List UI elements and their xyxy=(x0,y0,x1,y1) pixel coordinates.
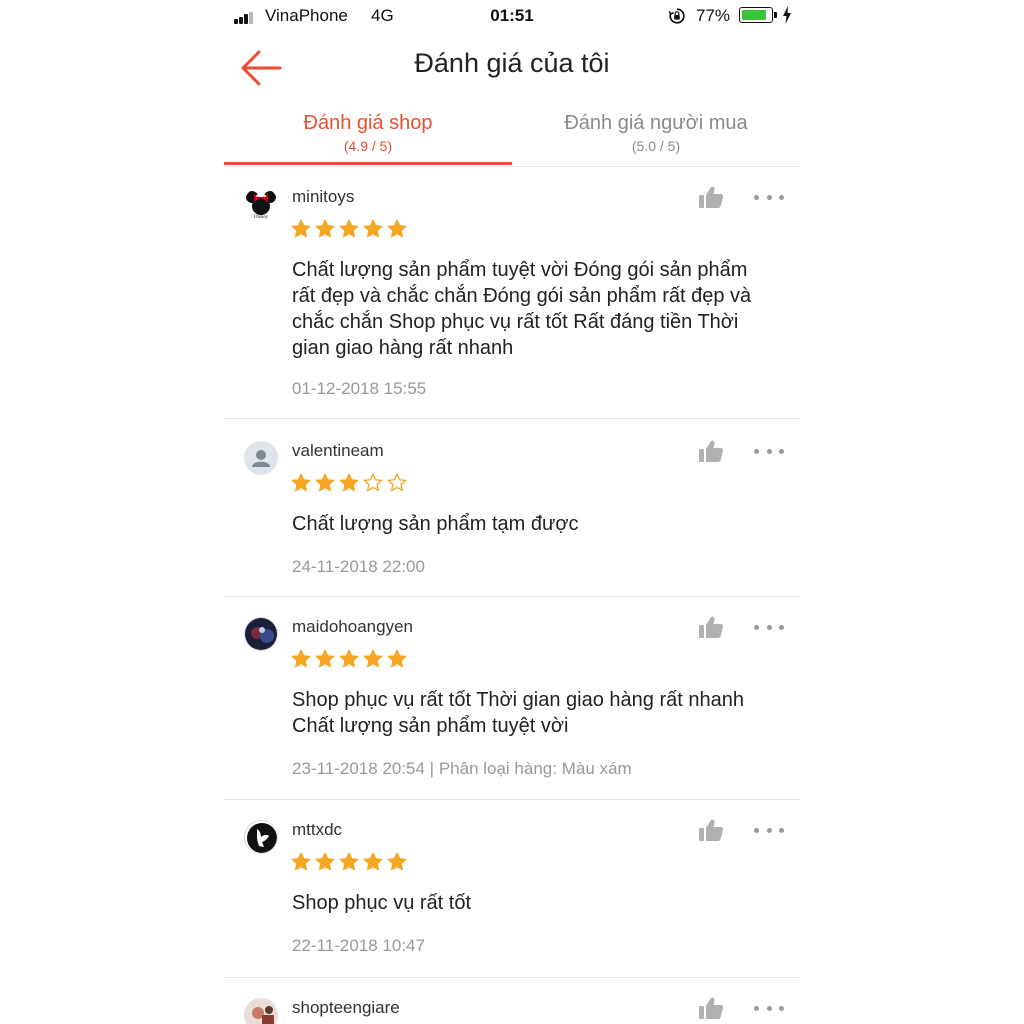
review-content: Shop phục vụ rất tốt xyxy=(292,892,472,914)
active-tab-indicator xyxy=(224,162,512,165)
star-filled-icon xyxy=(339,852,359,871)
star-filled-icon xyxy=(339,219,359,238)
review-meta: 22-11-2018 10:47 xyxy=(292,936,425,955)
star-rating xyxy=(291,649,407,669)
star-rating xyxy=(291,852,407,872)
battery-icon xyxy=(739,7,773,23)
battery-percent: 77% xyxy=(696,6,731,25)
review-list: Disney minitoys Chất lượng sản phẩm tuyệ… xyxy=(224,167,800,1024)
review-item: shopteengiare xyxy=(224,978,800,1024)
photo-avatar[interactable] xyxy=(244,617,278,651)
app-header: Đánh giá của tôi xyxy=(224,34,800,96)
charging-bolt-icon xyxy=(783,6,791,24)
star-filled-icon xyxy=(315,852,335,871)
review-meta: 24-11-2018 22:00 xyxy=(292,557,425,576)
more-options-icon[interactable] xyxy=(754,617,784,637)
star-filled-icon xyxy=(387,852,407,871)
star-filled-icon xyxy=(363,852,383,871)
review-item: Disney minitoys Chất lượng sản phẩm tuyệ… xyxy=(224,167,800,419)
star-rating xyxy=(291,219,407,239)
star-filled-icon xyxy=(387,649,407,668)
review-meta: 01-12-2018 15:55 xyxy=(292,379,427,398)
star-rating xyxy=(291,473,407,493)
orientation-lock-icon xyxy=(668,8,685,24)
more-options-icon[interactable] xyxy=(754,187,784,207)
svg-text:Disney: Disney xyxy=(254,215,269,220)
star-filled-icon xyxy=(291,473,311,492)
star-filled-icon xyxy=(291,219,311,238)
bunny-logo-avatar[interactable] xyxy=(244,820,278,854)
tab-label: Đánh giá shop xyxy=(303,112,433,134)
thumbs-up-icon[interactable] xyxy=(698,439,724,463)
review-content: Shop phục vụ rất tốt Thời gian giao hàng… xyxy=(292,689,744,737)
rating-tabs: Đánh giá shop (4.9 / 5) Đánh giá người m… xyxy=(224,104,800,167)
tab-shop-ratings[interactable]: Đánh giá shop (4.9 / 5) xyxy=(224,104,512,166)
tab-label: Đánh giá người mua xyxy=(564,112,748,134)
photo-avatar[interactable] xyxy=(244,998,278,1024)
thumbs-up-icon[interactable] xyxy=(698,996,724,1020)
star-empty-icon xyxy=(387,473,407,492)
page-title: Đánh giá của tôi xyxy=(414,48,610,78)
tab-score: (4.9 / 5) xyxy=(343,138,393,154)
more-options-icon[interactable] xyxy=(754,998,784,1018)
tab-score: (5.0 / 5) xyxy=(631,138,681,154)
thumbs-up-icon[interactable] xyxy=(698,185,724,209)
review-item: maidohoangyen Shop phục vụ rất tốt Thời … xyxy=(224,597,800,800)
review-username[interactable]: shopteengiare xyxy=(292,998,400,1018)
review-username[interactable]: valentineam xyxy=(292,441,384,461)
review-content: Chất lượng sản phẩm tuyệt vời Đóng gói s… xyxy=(292,259,752,359)
review-item: mttxdc Shop phục vụ rất tốt 22-11-2018 1… xyxy=(224,800,800,978)
star-filled-icon xyxy=(315,649,335,668)
star-empty-icon xyxy=(363,473,383,492)
tab-buyer-ratings[interactable]: Đánh giá người mua (5.0 / 5) xyxy=(512,104,800,166)
star-filled-icon xyxy=(363,219,383,238)
star-filled-icon xyxy=(291,852,311,871)
review-content: Chất lượng sản phẩm tạm được xyxy=(292,513,579,535)
star-filled-icon xyxy=(339,473,359,492)
review-username[interactable]: mttxdc xyxy=(292,820,342,840)
thumbs-up-icon[interactable] xyxy=(698,818,724,842)
default-user-avatar[interactable] xyxy=(244,441,278,475)
star-filled-icon xyxy=(315,473,335,492)
review-username[interactable]: minitoys xyxy=(292,187,354,207)
more-options-icon[interactable] xyxy=(754,441,784,461)
review-meta: 23-11-2018 20:54 | Phân loại hàng: Màu x… xyxy=(292,759,632,778)
status-bar: VinaPhone 4G 01:51 77% xyxy=(224,0,800,34)
more-options-icon[interactable] xyxy=(754,820,784,840)
star-filled-icon xyxy=(291,649,311,668)
review-item: valentineam Chất lượng sản phẩm tạm được… xyxy=(224,419,800,597)
star-filled-icon xyxy=(315,219,335,238)
star-filled-icon xyxy=(363,649,383,668)
star-filled-icon xyxy=(339,649,359,668)
phone-screen: VinaPhone 4G 01:51 77% Đánh giá của tôi … xyxy=(224,0,800,1024)
review-username[interactable]: maidohoangyen xyxy=(292,617,413,637)
battery-tip xyxy=(774,12,777,18)
thumbs-up-icon[interactable] xyxy=(698,615,724,639)
minnie-avatar[interactable]: Disney xyxy=(244,187,278,221)
star-filled-icon xyxy=(387,219,407,238)
